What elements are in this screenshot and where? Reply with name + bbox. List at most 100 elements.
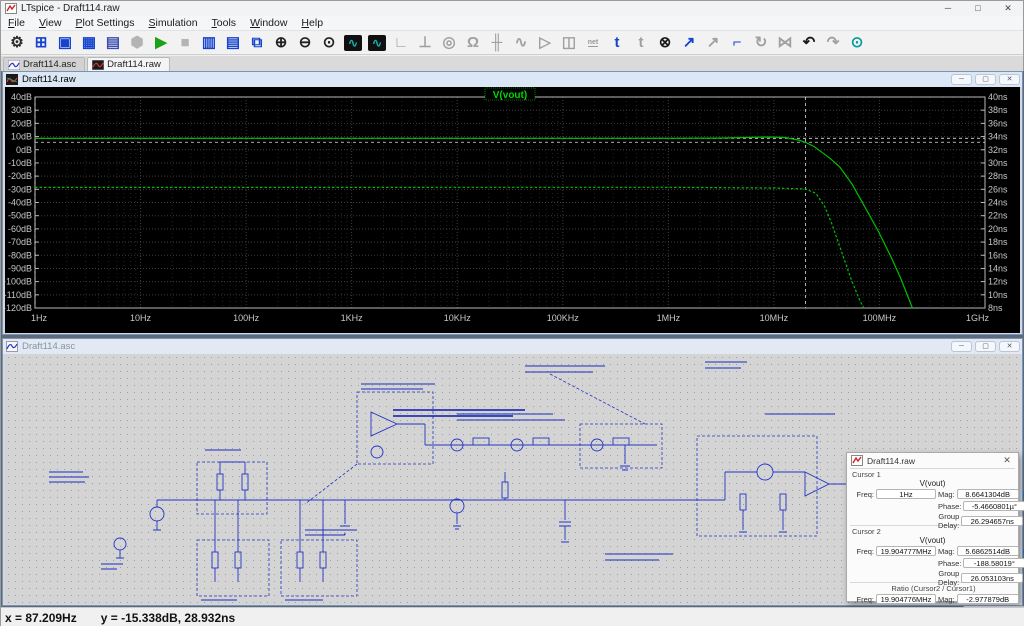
run-icon[interactable]: ▶ (149, 32, 173, 53)
y-left-tick-label: 20dB (11, 118, 32, 128)
tab-draft114.raw[interactable]: Draft114.raw (87, 57, 170, 71)
y-right-tick-label: 36ns (988, 118, 1008, 128)
close-icon[interactable]: ✕ (1000, 455, 1014, 466)
tile-horizontal-icon[interactable]: ▤ (221, 32, 245, 53)
cascade-windows-icon[interactable]: ⧉ (245, 32, 269, 53)
rotate-icon-disabled[interactable]: ↻ (749, 32, 773, 53)
component-tool-icon[interactable]: ◫ (557, 32, 581, 53)
y-left-tick-label: -80dB (8, 250, 32, 260)
drag-tool-icon[interactable]: ↗ (701, 32, 725, 53)
freq-value-field[interactable]: 19.904777MHz (876, 546, 936, 556)
cursor-dialog-body: Cursor 1V(vout)Freq:1HzMag:8.6641304dBPh… (847, 468, 1018, 626)
y-right-tick-label: 24ns (988, 198, 1008, 208)
mag-value-field[interactable]: -2.977879dB (957, 594, 1019, 604)
pause-icon-disabled[interactable]: ⬢ (125, 32, 149, 53)
move-tool-icon[interactable]: ↗ (677, 32, 701, 53)
x-tick-label: 100MHz (863, 313, 897, 323)
y-right-tick-label: 34ns (988, 132, 1008, 142)
close-window-icon[interactable]: ✕ (993, 1, 1023, 16)
diode-tool-icon[interactable]: ▷ (533, 32, 557, 53)
pane-minimize-icon[interactable]: ─ (951, 341, 972, 352)
zoom-out-icon[interactable]: ⊖ (293, 32, 317, 53)
control-panel-icon[interactable]: ⚙ (5, 32, 29, 53)
pane-close-icon[interactable]: ✕ (999, 74, 1020, 85)
cursor-section-header: Ratio (Cursor2 / Cursor1) (850, 584, 1015, 593)
phase-value-field[interactable]: -5.4660801µ° (963, 501, 1024, 511)
x-tick-label: 1KHz (341, 313, 364, 323)
save-icon[interactable]: ▦ (77, 32, 101, 53)
mag-value-field[interactable]: 8.6641304dB (957, 489, 1019, 499)
y-left-tick-label: -30dB (8, 184, 32, 194)
redo-icon-disabled[interactable]: ↷ (821, 32, 845, 53)
groupdelay-value-field[interactable]: 26.294657ns (961, 516, 1023, 526)
new-schematic-icon[interactable]: ⊞ (29, 32, 53, 53)
waveform-tab-icon (92, 60, 104, 70)
pane-restore-icon[interactable]: ▢ (975, 341, 996, 352)
freq-value-field[interactable]: 1Hz (876, 489, 936, 499)
zoom-full-extents-icon[interactable]: ⊙ (317, 32, 341, 53)
cursor-section-1: Cursor 1V(vout)Freq:1HzMag:8.6641304dBPh… (850, 468, 1015, 525)
mag-value-field[interactable]: 5.6862514dB (957, 546, 1019, 556)
undo-icon[interactable]: ↶ (797, 32, 821, 53)
pane-restore-icon[interactable]: ▢ (975, 74, 996, 85)
waveform-pane-title: Draft114.raw (22, 74, 76, 85)
autorange-waveform-icon[interactable]: ∿ (341, 32, 365, 53)
spice-directive-icon-disabled[interactable]: t (629, 32, 653, 53)
y-right-tick-label: 28ns (988, 171, 1008, 181)
delete-tool-icon[interactable]: ⊗ (653, 32, 677, 53)
plot-title[interactable]: V(vout) (493, 90, 527, 101)
tab-bar: Draft114.ascDraft114.raw (1, 56, 1023, 71)
net-name-icon[interactable]: net (581, 32, 605, 53)
groupdelay-value-field[interactable]: 26.053103ns (961, 573, 1023, 583)
plot-settings-icon[interactable]: ∿ (365, 32, 389, 53)
y-left-tick-label: 0dB (16, 145, 32, 155)
menu-item-help[interactable]: Help (294, 16, 330, 30)
menu-item-view[interactable]: View (32, 16, 69, 30)
pane-minimize-icon[interactable]: ─ (951, 74, 972, 85)
waveform-pane-icon (6, 74, 18, 85)
inductor-tool-icon[interactable]: ∿ (509, 32, 533, 53)
open-file-icon[interactable]: ▣ (53, 32, 77, 53)
find-icon[interactable]: ⊙ (845, 32, 869, 53)
y-right-tick-label: 12ns (988, 277, 1008, 287)
menu-item-tools[interactable]: Tools (205, 16, 244, 30)
y-left-tick-label: -90dB (8, 263, 32, 273)
maximize-window-icon[interactable]: □ (963, 1, 993, 16)
menu-item-simulation[interactable]: Simulation (142, 16, 205, 30)
text-tool-icon[interactable]: t (605, 32, 629, 53)
y-right-tick-label: 10ns (988, 290, 1008, 300)
mirror-icon-disabled[interactable]: ⋈ (773, 32, 797, 53)
ltspice-app-icon (5, 3, 17, 14)
ground-tool-icon[interactable]: ⊥ (413, 32, 437, 53)
menu-item-window[interactable]: Window (243, 16, 294, 30)
tile-vertical-icon[interactable]: ▥ (197, 32, 221, 53)
menu-item-file[interactable]: File (1, 16, 32, 30)
halt-icon-disabled[interactable]: ■ (173, 32, 197, 53)
y-right-tick-label: 26ns (988, 184, 1008, 194)
label-net-icon[interactable]: ◎ (437, 32, 461, 53)
groupdelay-label: Group Delay: (938, 512, 959, 530)
pane-close-icon[interactable]: ✕ (999, 341, 1020, 352)
phase-value-field[interactable]: -188.58019° (963, 558, 1024, 568)
capacitor-tool-icon[interactable]: ╫ (485, 32, 509, 53)
menu-item-plot-settings[interactable]: Plot Settings (69, 16, 142, 30)
freq-value-field[interactable]: 19.904776MHz (876, 594, 936, 604)
resistor-tool-icon[interactable]: Ω (461, 32, 485, 53)
waveform-pane-titlebar[interactable]: Draft114.raw ─ ▢ ✕ (3, 72, 1022, 87)
cursor-dialog-title: Draft114.raw (867, 456, 915, 466)
zoom-in-icon[interactable]: ⊕ (269, 32, 293, 53)
waveform-pane: Draft114.raw ─ ▢ ✕ 40dB40ns30dB38ns20dB3… (2, 71, 1023, 335)
stretch-wire-icon[interactable]: ⌐ (725, 32, 749, 53)
cursor-dialog-titlebar[interactable]: Draft114.raw ✕ (847, 453, 1018, 468)
wire-tool-icon[interactable]: ∟ (389, 32, 413, 53)
cursor-section-header: Cursor 2 (850, 527, 1015, 536)
print-icon[interactable]: ▤ (101, 32, 125, 53)
cursor-signal-name: V(vout) (850, 479, 1015, 488)
cursor-section-2: Cursor 2V(vout)Freq:19.904777MHzMag:5.68… (850, 525, 1015, 582)
y-left-tick-label: -10dB (8, 158, 32, 168)
tab-draft114.asc[interactable]: Draft114.asc (3, 57, 85, 71)
bode-plot[interactable]: 40dB40ns30dB38ns20dB36ns10dB34ns0dB32ns-… (5, 87, 1020, 333)
schematic-pane-titlebar[interactable]: Draft114.asc ─ ▢ ✕ (3, 339, 1022, 354)
minimize-window-icon[interactable]: ─ (933, 1, 963, 16)
freq-label: Freq: (850, 547, 874, 556)
